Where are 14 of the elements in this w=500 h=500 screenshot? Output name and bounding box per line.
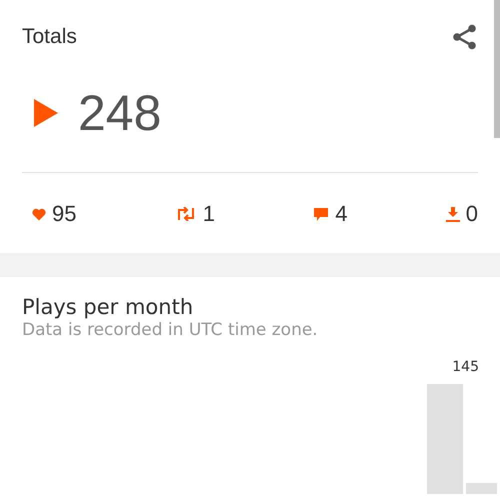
play-icon: [34, 99, 58, 127]
bar-value-label: 145: [452, 358, 479, 377]
stat-count: 1: [202, 203, 215, 225]
comment-icon: [313, 206, 330, 222]
chart-note: Data is recorded in UTC time zone.: [22, 320, 319, 341]
stat-count: 0: [466, 203, 478, 225]
section-title: Totals: [22, 26, 77, 47]
play-count: 248: [78, 88, 162, 138]
stat-count: 4: [335, 203, 348, 225]
download-icon: [446, 206, 460, 222]
stat-count: 95: [52, 203, 76, 225]
chart-title: Plays per month: [22, 295, 194, 320]
heart-icon: [32, 208, 46, 220]
share-icon[interactable]: [452, 24, 478, 50]
